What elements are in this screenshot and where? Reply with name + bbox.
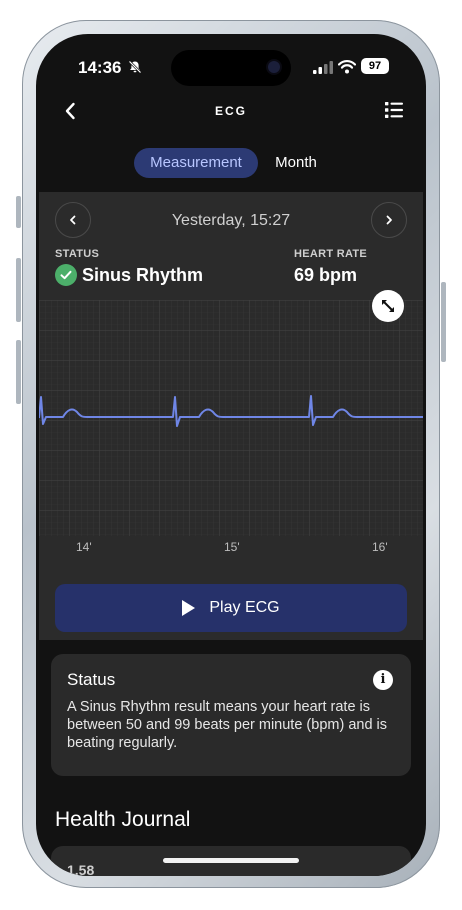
expand-icon	[382, 300, 394, 312]
phone-screen: 14:36 97 ECG Measurement Month Yesterday…	[36, 34, 426, 876]
volume-down-button	[16, 340, 21, 404]
status-time: 14:36	[78, 58, 122, 77]
journal-entry-peek: 1.58	[67, 862, 95, 876]
health-journal-heading: Health Journal	[55, 808, 191, 831]
status-card-title: Status	[67, 670, 116, 689]
record-date: Yesterday, 15:27	[171, 212, 291, 229]
heart-rate-value: 69 bpm	[294, 265, 358, 285]
action-button	[16, 196, 21, 228]
tab-month[interactable]: Month	[262, 148, 330, 178]
status-bar: 14:36 97	[36, 34, 426, 94]
heart-rate-label: HEART RATE	[294, 248, 368, 260]
power-button	[441, 282, 446, 362]
segmented-control: Measurement Month	[36, 146, 426, 180]
ecg-panel: Yesterday, 15:27 STATUS Sinus Rhythm HEA…	[39, 192, 423, 640]
list-icon[interactable]	[384, 100, 404, 120]
camera-icon	[268, 61, 280, 73]
home-indicator[interactable]	[163, 858, 299, 863]
cellular-signal-icon	[313, 61, 333, 74]
expand-button[interactable]	[372, 290, 404, 322]
battery-icon: 97	[361, 58, 389, 74]
page-title: ECG	[214, 104, 247, 118]
play-ecg-button[interactable]: Play ECG	[55, 584, 407, 632]
chevron-right-icon	[386, 215, 392, 225]
nav-bar: ECG	[36, 96, 426, 126]
x-tick-label: 14'	[76, 540, 92, 554]
status-value: Sinus Rhythm	[82, 265, 204, 285]
bell-off-icon	[128, 60, 142, 74]
tab-measurement[interactable]: Measurement	[134, 148, 258, 178]
status-info-card: Status i A Sinus Rhythm result means you…	[51, 654, 411, 776]
status-card-body: A Sinus Rhythm result means your heart r…	[67, 699, 388, 751]
info-icon[interactable]: i	[373, 670, 393, 690]
play-ecg-label: Play ECG	[209, 599, 280, 616]
x-tick-label: 16'	[372, 540, 388, 554]
play-icon	[182, 600, 196, 616]
status-label: STATUS	[55, 248, 100, 260]
wifi-icon	[338, 60, 356, 74]
checkmark-icon	[55, 264, 77, 286]
volume-up-button	[16, 258, 21, 322]
ecg-chart	[39, 300, 423, 536]
x-tick-label: 15'	[224, 540, 240, 554]
next-record-button[interactable]	[371, 202, 407, 238]
